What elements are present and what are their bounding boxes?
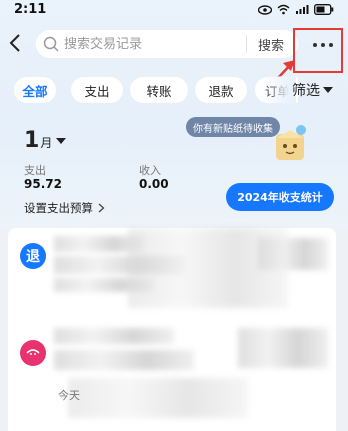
caret-down-icon [323, 87, 333, 93]
eye-icon [258, 4, 272, 15]
search-icon [43, 36, 59, 52]
battery-icon [314, 4, 334, 15]
merchant-avatar [20, 340, 46, 366]
status-bar: 2:11 [0, 0, 348, 22]
signal-icon [296, 5, 309, 14]
redacted-area [238, 328, 328, 368]
transaction-type-tabs: 全部 支出 转账 退款 订单 [8, 77, 298, 103]
annual-stats-button[interactable]: 2024年收支统计 [226, 183, 334, 211]
chevron-right-icon [98, 203, 105, 213]
back-icon[interactable] [6, 32, 26, 54]
income-value: 0.00 [139, 177, 169, 191]
filter-label: 筛选 [292, 83, 320, 99]
income-label: 收入 [139, 164, 161, 177]
sticker-tip[interactable]: 你有新贴纸待收集 [186, 117, 280, 137]
status-icons [258, 4, 334, 15]
transaction-date: 今天 [58, 389, 80, 402]
search-divider [246, 35, 247, 53]
redacted-area [54, 350, 194, 370]
tab-transfer[interactable]: 转账 [130, 77, 188, 103]
transaction-list: 退 今天 [8, 228, 336, 431]
sticker-mascot-icon[interactable] [270, 120, 310, 166]
month-selector[interactable]: 1 月 [24, 128, 67, 153]
tabs-fade [262, 76, 296, 104]
wifi-icon [277, 4, 290, 15]
redacted-area [128, 228, 288, 308]
tab-refund[interactable]: 退款 [195, 77, 247, 103]
search-input[interactable] [64, 34, 244, 54]
redacted-area [68, 378, 248, 418]
caret-down-icon [56, 138, 67, 144]
refund-icon: 退 [20, 243, 46, 269]
tab-all[interactable]: 全部 [14, 77, 56, 103]
expense-label: 支出 [24, 164, 46, 177]
status-time: 2:11 [14, 2, 47, 17]
filter-button[interactable]: 筛选 [292, 80, 333, 100]
tab-expense[interactable]: 支出 [71, 77, 123, 103]
expense-value: 95.72 [24, 177, 62, 191]
budget-label: 设置支出预算 [24, 201, 93, 215]
redacted-area [54, 328, 174, 344]
set-budget-link[interactable]: 设置支出预算 [24, 200, 105, 216]
month-number: 1 [24, 128, 40, 153]
merchant-logo-icon [26, 349, 40, 355]
month-unit: 月 [40, 136, 53, 150]
